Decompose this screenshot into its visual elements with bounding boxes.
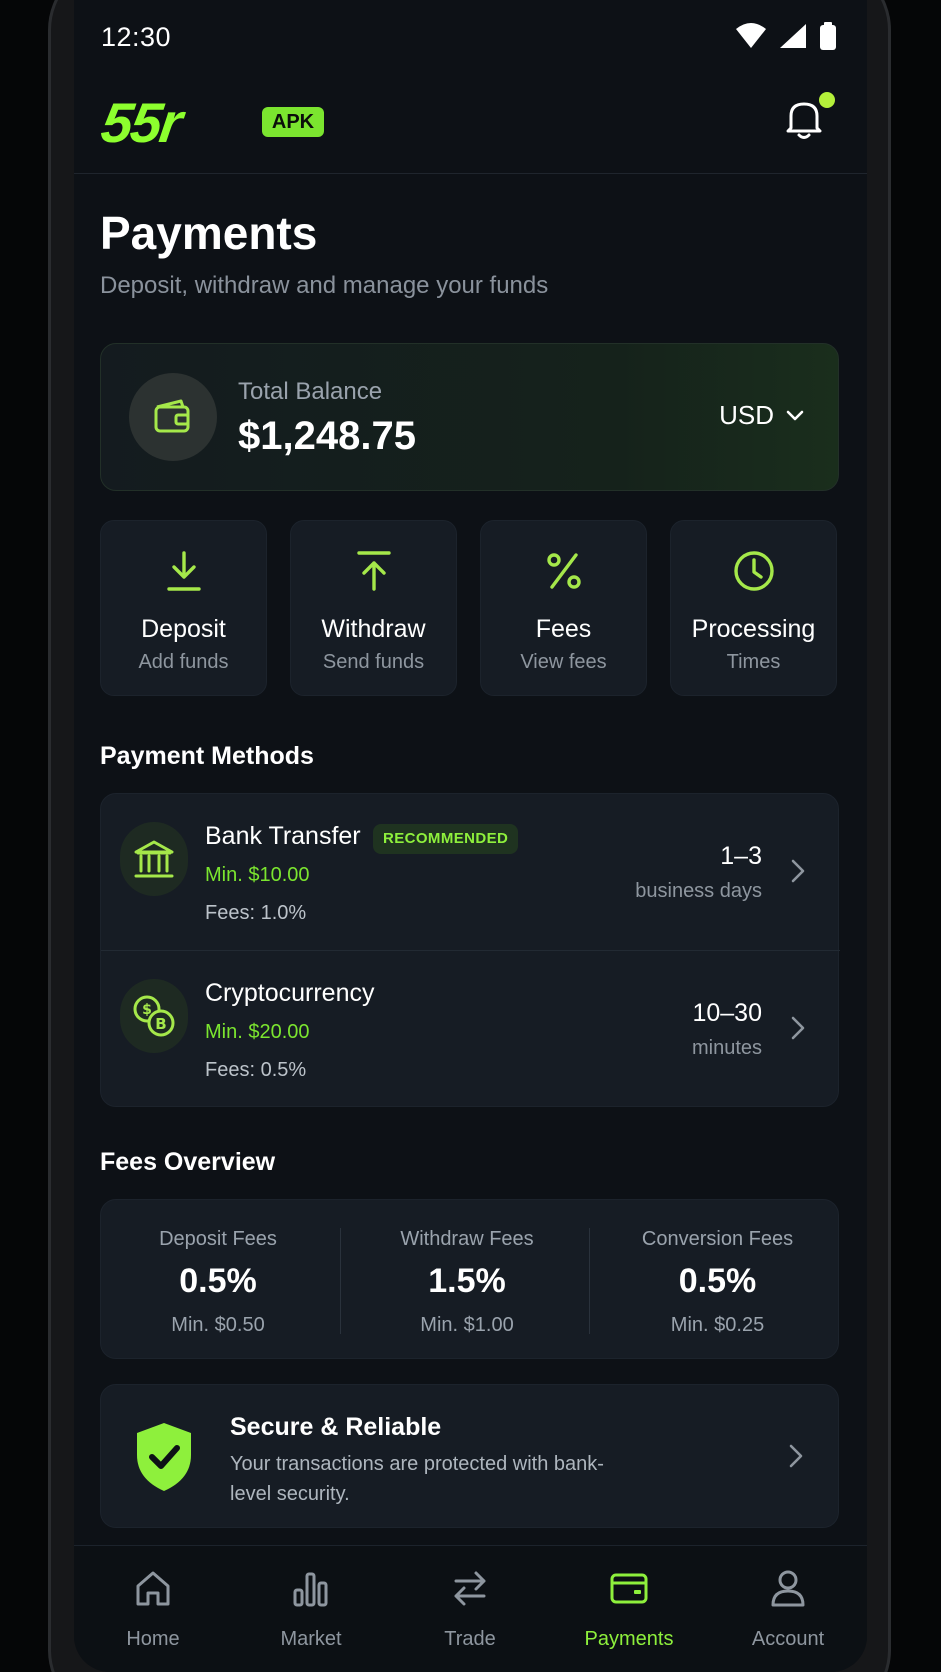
balance-label: Total Balance bbox=[238, 378, 383, 405]
deposit-fees: Deposit Fees 0.5% Min. $0.50 bbox=[101, 1200, 335, 1360]
nav-home[interactable]: Home bbox=[74, 1546, 232, 1672]
fee-min: Min. $1.00 bbox=[420, 1314, 514, 1336]
chevron-right-icon bbox=[791, 1016, 805, 1040]
chevron-right-icon bbox=[789, 1444, 803, 1468]
recommended-badge: RECOMMENDED bbox=[373, 824, 519, 854]
method-icon-container: $ B bbox=[120, 979, 188, 1053]
payment-methods-list: Bank Transfer RECOMMENDED Min. $10.00 Fe… bbox=[100, 793, 840, 1108]
payment-methods-title: Payment Methods bbox=[100, 742, 314, 770]
fee-min: Min. $0.50 bbox=[171, 1314, 265, 1336]
withdraw-action[interactable]: Withdraw Send funds bbox=[290, 520, 457, 696]
nav-payments[interactable]: Payments bbox=[550, 1546, 708, 1672]
brand-logo[interactable]: 55r bbox=[97, 90, 185, 155]
withdraw-fees: Withdraw Fees 1.5% Min. $1.00 bbox=[345, 1200, 589, 1360]
shield-check-icon bbox=[137, 1423, 191, 1491]
action-title: Deposit bbox=[141, 615, 226, 643]
bar-chart-icon bbox=[293, 1572, 328, 1607]
method-fees: Fees: 0.5% bbox=[205, 1059, 307, 1081]
signal-icon bbox=[780, 24, 806, 48]
method-name: Cryptocurrency bbox=[205, 979, 375, 1007]
download-icon bbox=[166, 551, 201, 591]
currency-selector[interactable]: USD bbox=[719, 400, 804, 431]
percent-icon bbox=[546, 553, 581, 589]
action-subtitle: Add funds bbox=[138, 651, 229, 673]
fee-label: Deposit Fees bbox=[159, 1228, 277, 1250]
action-title: Withdraw bbox=[321, 615, 426, 643]
card-icon bbox=[610, 1573, 648, 1604]
nav-label: Home bbox=[126, 1628, 180, 1650]
wifi-icon bbox=[736, 23, 766, 48]
processing-action[interactable]: Processing Times bbox=[670, 520, 837, 696]
balance-value: $1,248.75 bbox=[238, 414, 416, 458]
method-name: Bank Transfer bbox=[205, 822, 361, 850]
status-time: 12:30 bbox=[101, 22, 172, 52]
nav-market[interactable]: Market bbox=[232, 1546, 390, 1672]
fees-action[interactable]: Fees View fees bbox=[480, 520, 647, 696]
method-time-unit: business days bbox=[635, 880, 762, 902]
user-icon bbox=[771, 1570, 805, 1607]
status-bar: 12:30 bbox=[74, 0, 867, 78]
upload-icon bbox=[356, 551, 391, 591]
app-header: 55r APK bbox=[74, 78, 867, 174]
payment-method-bank[interactable]: Bank Transfer RECOMMENDED Min. $10.00 Fe… bbox=[101, 794, 840, 951]
nav-label: Account bbox=[751, 1628, 825, 1650]
nav-label: Trade bbox=[444, 1628, 496, 1650]
chevron-down-icon bbox=[786, 410, 804, 420]
bottom-nav: Home Market Trade Payments Account bbox=[74, 1545, 867, 1672]
action-subtitle: View fees bbox=[520, 651, 607, 673]
security-card[interactable]: Secure & Reliable Your transactions are … bbox=[100, 1384, 839, 1528]
wallet-icon bbox=[154, 399, 190, 433]
deposit-action[interactable]: Deposit Add funds bbox=[100, 520, 267, 696]
security-title: Secure & Reliable bbox=[230, 1413, 442, 1441]
chevron-right-icon bbox=[791, 859, 805, 883]
action-subtitle: Times bbox=[726, 651, 781, 673]
nav-trade[interactable]: Trade bbox=[391, 1546, 549, 1672]
fee-value: 1.5% bbox=[428, 1262, 506, 1300]
method-min: Min. $10.00 bbox=[205, 864, 310, 886]
page-subtitle: Deposit, withdraw and manage your funds bbox=[100, 272, 549, 299]
payment-method-crypto[interactable]: $ B Cryptocurrency Min. $20.00 Fees: 0.5… bbox=[101, 951, 840, 1108]
fee-value: 0.5% bbox=[678, 1262, 757, 1300]
nav-label: Payments bbox=[584, 1628, 674, 1650]
conversion-fees: Conversion Fees 0.5% Min. $0.25 bbox=[595, 1200, 840, 1360]
balance-card: Total Balance $1,248.75 USD bbox=[100, 343, 839, 491]
status-icons bbox=[735, 22, 837, 50]
action-title: Fees bbox=[535, 615, 592, 643]
fee-value: 0.5% bbox=[179, 1262, 257, 1300]
wallet-icon-container bbox=[129, 373, 217, 461]
method-time: 1–3 bbox=[720, 842, 762, 870]
action-subtitle: Send funds bbox=[322, 651, 425, 673]
fee-label: Withdraw Fees bbox=[400, 1228, 534, 1250]
method-fees: Fees: 1.0% bbox=[205, 902, 307, 924]
bank-icon bbox=[134, 840, 174, 878]
clock-icon bbox=[733, 551, 774, 591]
fees-overview-card: Deposit Fees 0.5% Min. $0.50 Withdraw Fe… bbox=[100, 1199, 839, 1359]
nav-account[interactable]: Account bbox=[709, 1546, 867, 1672]
divider bbox=[340, 1228, 341, 1334]
security-text: Your transactions are protected with ban… bbox=[230, 1453, 604, 1505]
method-min: Min. $20.00 bbox=[205, 1021, 310, 1043]
apk-badge: APK bbox=[262, 107, 324, 137]
fee-label: Conversion Fees bbox=[641, 1228, 794, 1250]
crypto-coins-icon: $ B bbox=[133, 995, 175, 1037]
method-icon-container bbox=[120, 822, 188, 896]
currency-label: USD bbox=[719, 400, 774, 430]
method-time: 10–30 bbox=[692, 999, 762, 1027]
page-title: Payments bbox=[100, 207, 318, 259]
home-icon bbox=[136, 1571, 170, 1606]
action-title: Processing bbox=[691, 615, 816, 643]
notification-dot bbox=[819, 92, 835, 108]
nav-label: Market bbox=[280, 1628, 342, 1650]
battery-icon bbox=[820, 22, 836, 50]
quick-actions: Deposit Add funds Withdraw Send funds Fe… bbox=[100, 520, 841, 696]
app-screen: 12:30 55r APK Payments Deposit, withdraw… bbox=[74, 0, 867, 1672]
svg-text:B: B bbox=[155, 1015, 166, 1033]
divider bbox=[589, 1228, 590, 1334]
fee-min: Min. $0.25 bbox=[670, 1314, 765, 1336]
fees-overview-title: Fees Overview bbox=[100, 1148, 276, 1176]
swap-icon bbox=[454, 1571, 486, 1606]
method-time-unit: minutes bbox=[691, 1037, 762, 1059]
